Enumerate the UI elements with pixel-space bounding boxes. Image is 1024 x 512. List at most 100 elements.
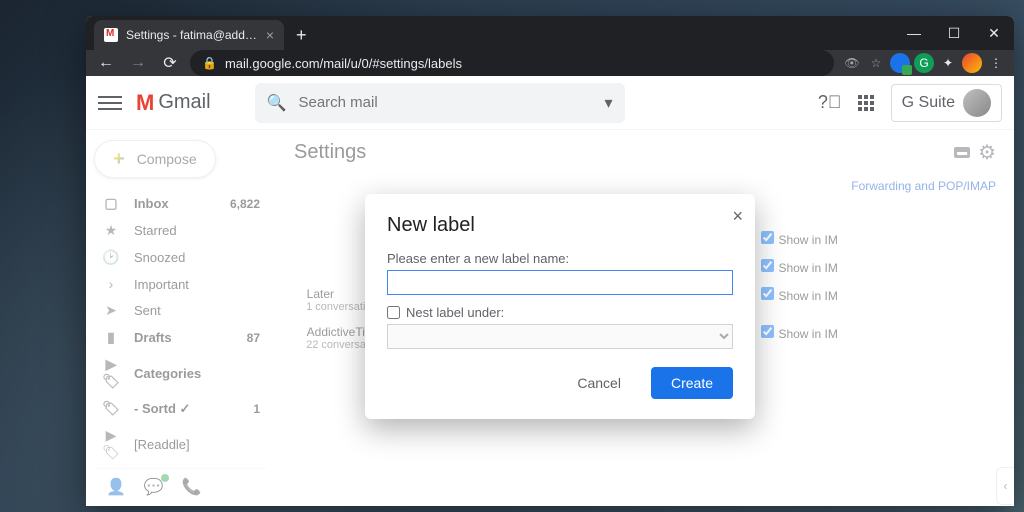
sidebar-item-icon: ▢	[102, 195, 120, 212]
sidebar-item-icon: ★	[102, 222, 120, 239]
tab-title: Settings - fatima@addictivetips.c	[126, 28, 258, 42]
side-panel-toggle[interactable]: ‹	[996, 467, 1014, 505]
search-dropdown-icon[interactable]: ▾	[605, 93, 613, 113]
sidebar-item-label: Important	[134, 277, 189, 292]
sidebar-item[interactable]: › Important	[94, 271, 268, 297]
address-bar-row: ← → ⟳ 🔒 mail.google.com/mail/u/0/#settin…	[86, 50, 1014, 76]
settings-gear-icon[interactable]: ⚙	[978, 140, 996, 165]
density-icon[interactable]: ▬	[954, 147, 970, 158]
create-button[interactable]: Create	[651, 367, 733, 399]
back-button[interactable]: ←	[94, 51, 118, 75]
sidebar-item-icon: ▮	[102, 329, 120, 346]
browser-tab[interactable]: Settings - fatima@addictivetips.c ×	[94, 20, 284, 50]
new-tab-button[interactable]: +	[284, 20, 319, 50]
sidebar-item-label: Starred	[134, 223, 177, 238]
maximize-button[interactable]: ☐	[934, 16, 974, 50]
sidebar-item-count: 87	[247, 331, 260, 345]
show-cell: Show in IM	[755, 225, 996, 253]
search-input[interactable]	[298, 94, 592, 111]
label-name-prompt: Please enter a new label name:	[387, 251, 733, 266]
sidebar-item-count: 1	[253, 402, 260, 416]
show-cell: Show in IM	[755, 253, 996, 281]
settings-heading: Settings	[294, 141, 366, 164]
extension-icons: 👁 ☆ G ✦ ⋮	[842, 53, 1006, 73]
sidebar-item[interactable]: ➤ Sent	[94, 297, 268, 324]
main-menu-icon[interactable]	[98, 96, 122, 110]
sidebar-item[interactable]: ▢ Inbox 6,822	[94, 190, 268, 217]
sidebar-item[interactable]: ▶ 🏷 [Readdle]	[94, 422, 268, 466]
extensions-icon[interactable]: ✦	[938, 53, 958, 73]
gmail-brand-text: Gmail	[158, 91, 210, 114]
sidebar-item-label: - Sortd ✓	[134, 401, 190, 417]
plus-icon: +	[113, 149, 125, 169]
sidebar-item-label: Drafts	[134, 330, 172, 345]
show-checkbox[interactable]	[761, 287, 774, 300]
show-cell: Show in IM	[755, 319, 996, 359]
url-text: mail.google.com/mail/u/0/#settings/label…	[225, 56, 462, 71]
close-window-button[interactable]: ✕	[974, 16, 1014, 50]
hangouts-bar: 👤 💬 📞	[94, 468, 268, 505]
gmail-favicon	[104, 28, 118, 42]
sidebar-item-label: [Readdle]	[134, 437, 190, 452]
sidebar-item-label: Categories	[134, 366, 201, 381]
contacts-icon[interactable]: 👤	[106, 477, 126, 497]
nest-parent-select[interactable]	[387, 324, 733, 349]
profile-avatar-icon[interactable]	[962, 53, 982, 73]
support-icon[interactable]: ?⃝	[819, 92, 841, 114]
extension-blue-icon[interactable]	[890, 53, 910, 73]
close-dialog-icon[interactable]: ×	[732, 206, 743, 227]
chrome-menu-icon[interactable]: ⋮	[986, 53, 1006, 73]
new-label-dialog: × New label Please enter a new label nam…	[365, 194, 755, 419]
lock-icon: 🔒	[202, 56, 217, 70]
sidebar-item[interactable]: ★ Starred	[94, 217, 268, 244]
label-name-input[interactable]	[387, 270, 733, 295]
grammarly-icon[interactable]: G	[914, 53, 934, 73]
sidebar-item-icon: ▶ 🏷	[102, 427, 120, 461]
tab-bar: Settings - fatima@addictivetips.c × + — …	[86, 16, 1014, 50]
window-controls: — ☐ ✕	[894, 16, 1014, 50]
sidebar-item-icon: 🕑	[102, 249, 120, 266]
show-checkbox[interactable]	[761, 325, 774, 338]
apps-icon[interactable]	[855, 92, 877, 114]
minimize-button[interactable]: —	[894, 16, 934, 50]
forward-button[interactable]: →	[126, 51, 150, 75]
compose-label: Compose	[137, 151, 197, 167]
search-bar[interactable]: 🔍 ▾	[255, 83, 625, 123]
sidebar: + Compose ▢ Inbox 6,822 ★ Starred 🕑Snoozed › Im…	[86, 130, 276, 506]
eye-icon[interactable]: 👁	[842, 53, 862, 73]
gmail-logo[interactable]: M Gmail	[136, 90, 211, 116]
sidebar-item[interactable]: ▶ 🏷 Categories	[94, 351, 268, 395]
sidebar-item-icon: ➤	[102, 302, 120, 319]
sidebar-item[interactable]: ▮ Drafts 87	[94, 324, 268, 351]
sidebar-item[interactable]: 🕑Snoozed	[94, 244, 268, 271]
sidebar-item-count: 6,822	[230, 197, 260, 211]
gsuite-badge[interactable]: G Suite	[891, 84, 1002, 122]
browser-window: Settings - fatima@addictivetips.c × + — …	[86, 16, 1014, 506]
tab-forwarding[interactable]: Forwarding and POP/IMAP	[851, 179, 996, 193]
sidebar-item-icon: ▶ 🏷	[102, 356, 120, 390]
url-bar[interactable]: 🔒 mail.google.com/mail/u/0/#settings/lab…	[190, 50, 834, 76]
gmail-app: M Gmail 🔍 ▾ ?⃝ G Suite + Co	[86, 76, 1014, 506]
nest-checkbox[interactable]	[387, 306, 400, 319]
cancel-button[interactable]: Cancel	[557, 367, 641, 399]
gsuite-label: G Suite	[902, 94, 955, 112]
sidebar-item[interactable]: 🏷 - Sortd ✓ 1	[94, 395, 268, 422]
phone-icon[interactable]: 📞	[182, 477, 202, 497]
sidebar-item-icon: ›	[102, 276, 120, 292]
close-tab-icon[interactable]: ×	[266, 27, 274, 43]
sidebar-item-label: Sent	[134, 303, 161, 318]
reload-button[interactable]: ⟳	[158, 51, 182, 75]
gmail-header: M Gmail 🔍 ▾ ?⃝ G Suite	[86, 76, 1014, 130]
nest-label-text: Nest label under:	[406, 305, 504, 320]
sidebar-item-label: Inbox	[134, 196, 169, 211]
search-icon: 🔍	[267, 93, 287, 113]
compose-button[interactable]: + Compose	[94, 140, 216, 178]
show-cell: Show in IM	[755, 281, 996, 319]
show-checkbox[interactable]	[761, 259, 774, 272]
bookmark-star-icon[interactable]: ☆	[866, 53, 886, 73]
sidebar-item-icon: 🏷	[102, 400, 120, 417]
dialog-title: New label	[387, 214, 733, 237]
hangouts-chat-icon[interactable]: 💬	[144, 477, 164, 497]
show-checkbox[interactable]	[761, 231, 774, 244]
account-avatar[interactable]	[963, 89, 991, 117]
